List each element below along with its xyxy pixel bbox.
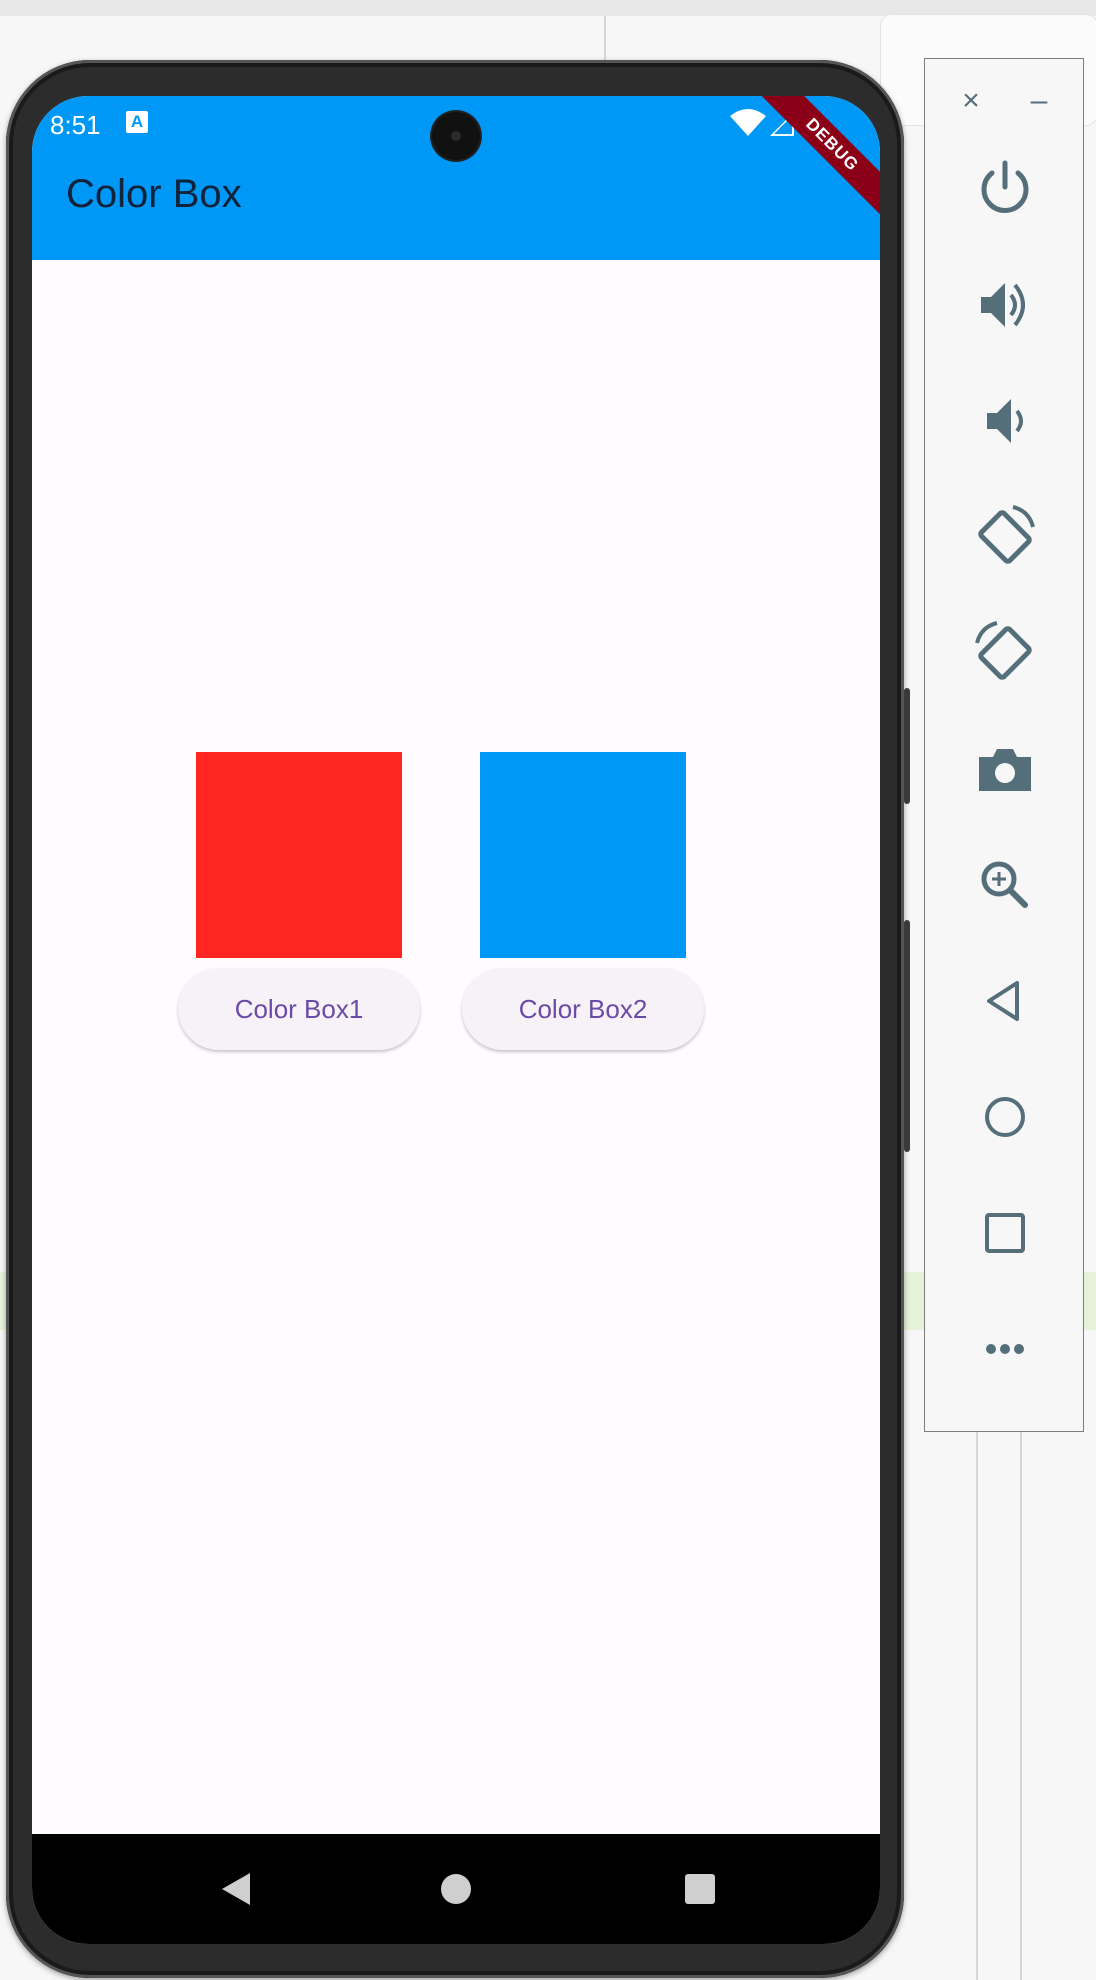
rotate-right-button[interactable] [965,613,1045,693]
phone-frame: 8:51 A Color Box DEBUG Color Box1 Color … [6,60,910,1978]
rotate-right-icon [975,621,1032,680]
color-box2-button[interactable]: Color Box2 [462,968,704,1050]
side-button [904,688,910,804]
home-icon [441,1874,471,1904]
device-screen: 8:51 A Color Box DEBUG Color Box1 Color … [32,96,880,1944]
color-box-1 [196,752,402,958]
page-title: Color Box [66,172,242,216]
wifi-icon [730,109,766,136]
minimize-button[interactable]: – [1019,81,1059,121]
ide-divider [1020,1432,1022,1980]
front-camera [432,112,480,160]
a-icon: A [126,111,148,133]
volume-up-button[interactable] [965,265,1045,345]
rotate-left-button[interactable] [965,497,1045,577]
recents-icon [685,1874,715,1904]
back-icon [222,1873,250,1905]
volume-down-button[interactable] [965,381,1045,461]
overview-button[interactable] [965,1193,1045,1273]
more-icon [986,1344,1024,1354]
power-button[interactable] [965,149,1045,229]
back-icon [987,981,1019,1021]
zoom-icon [981,861,1028,908]
overview-icon [985,1213,1025,1253]
ide-divider [604,16,606,60]
navigation-bar [32,1834,880,1944]
screenshot-button[interactable] [965,729,1045,809]
volume-down-icon [987,399,1023,443]
back-button[interactable] [965,961,1045,1041]
home-button[interactable] [965,1077,1045,1157]
color-box-2 [480,752,686,958]
power-icon [981,160,1029,213]
side-button [904,920,910,1152]
more-button[interactable] [965,1309,1045,1389]
camera-icon [979,749,1031,791]
emulator-toolbar: × – [924,58,1084,1432]
status-time: 8:51 [50,110,101,140]
color-box1-button[interactable]: Color Box1 [178,968,420,1050]
rotate-left-icon [978,505,1035,564]
home-icon [985,1097,1025,1137]
volume-up-icon [981,283,1025,327]
zoom-button[interactable] [965,845,1045,925]
ide-divider [976,1432,978,1980]
close-button[interactable]: × [951,81,991,121]
app-bar: 8:51 A Color Box DEBUG [32,96,880,260]
